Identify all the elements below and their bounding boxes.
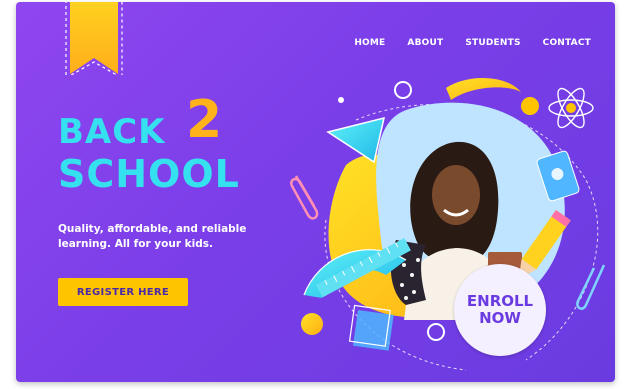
nav-about[interactable]: ABOUT [407, 38, 443, 48]
landing-page-frame: HOME ABOUT STUDENTS CONTACT BACK 2 SCHOO… [16, 2, 615, 382]
tagline-line-1: Quality, affordable, and reliable [58, 223, 247, 235]
nav-students[interactable]: STUDENTS [465, 38, 520, 48]
enroll-line-1: ENROLL [466, 292, 534, 310]
top-navigation: HOME ABOUT STUDENTS CONTACT [354, 38, 591, 48]
register-button[interactable]: REGISTER HERE [58, 278, 188, 306]
atom-icon [548, 87, 594, 129]
headline-numeral: 2 [186, 90, 223, 150]
enroll-now-button[interactable]: ENROLL NOW [454, 264, 546, 356]
enroll-line-2: NOW [479, 309, 521, 327]
headline-school: SCHOOL [58, 152, 240, 196]
headline-back: BACK [58, 112, 166, 152]
paperclip-icon [290, 175, 319, 220]
bookmark-ribbon-icon [65, 2, 123, 75]
hero-tagline: Quality, affordable, and reliable learni… [58, 222, 258, 252]
tagline-line-2: learning. All for your kids. [58, 238, 213, 250]
paperclip-right-icon [576, 264, 606, 310]
nav-home[interactable]: HOME [354, 38, 385, 48]
nav-contact[interactable]: CONTACT [543, 38, 591, 48]
triangle-ruler-icon [326, 116, 386, 164]
hero-headline: BACK 2 SCHOOL [58, 90, 278, 202]
hero-illustration [290, 77, 606, 371]
